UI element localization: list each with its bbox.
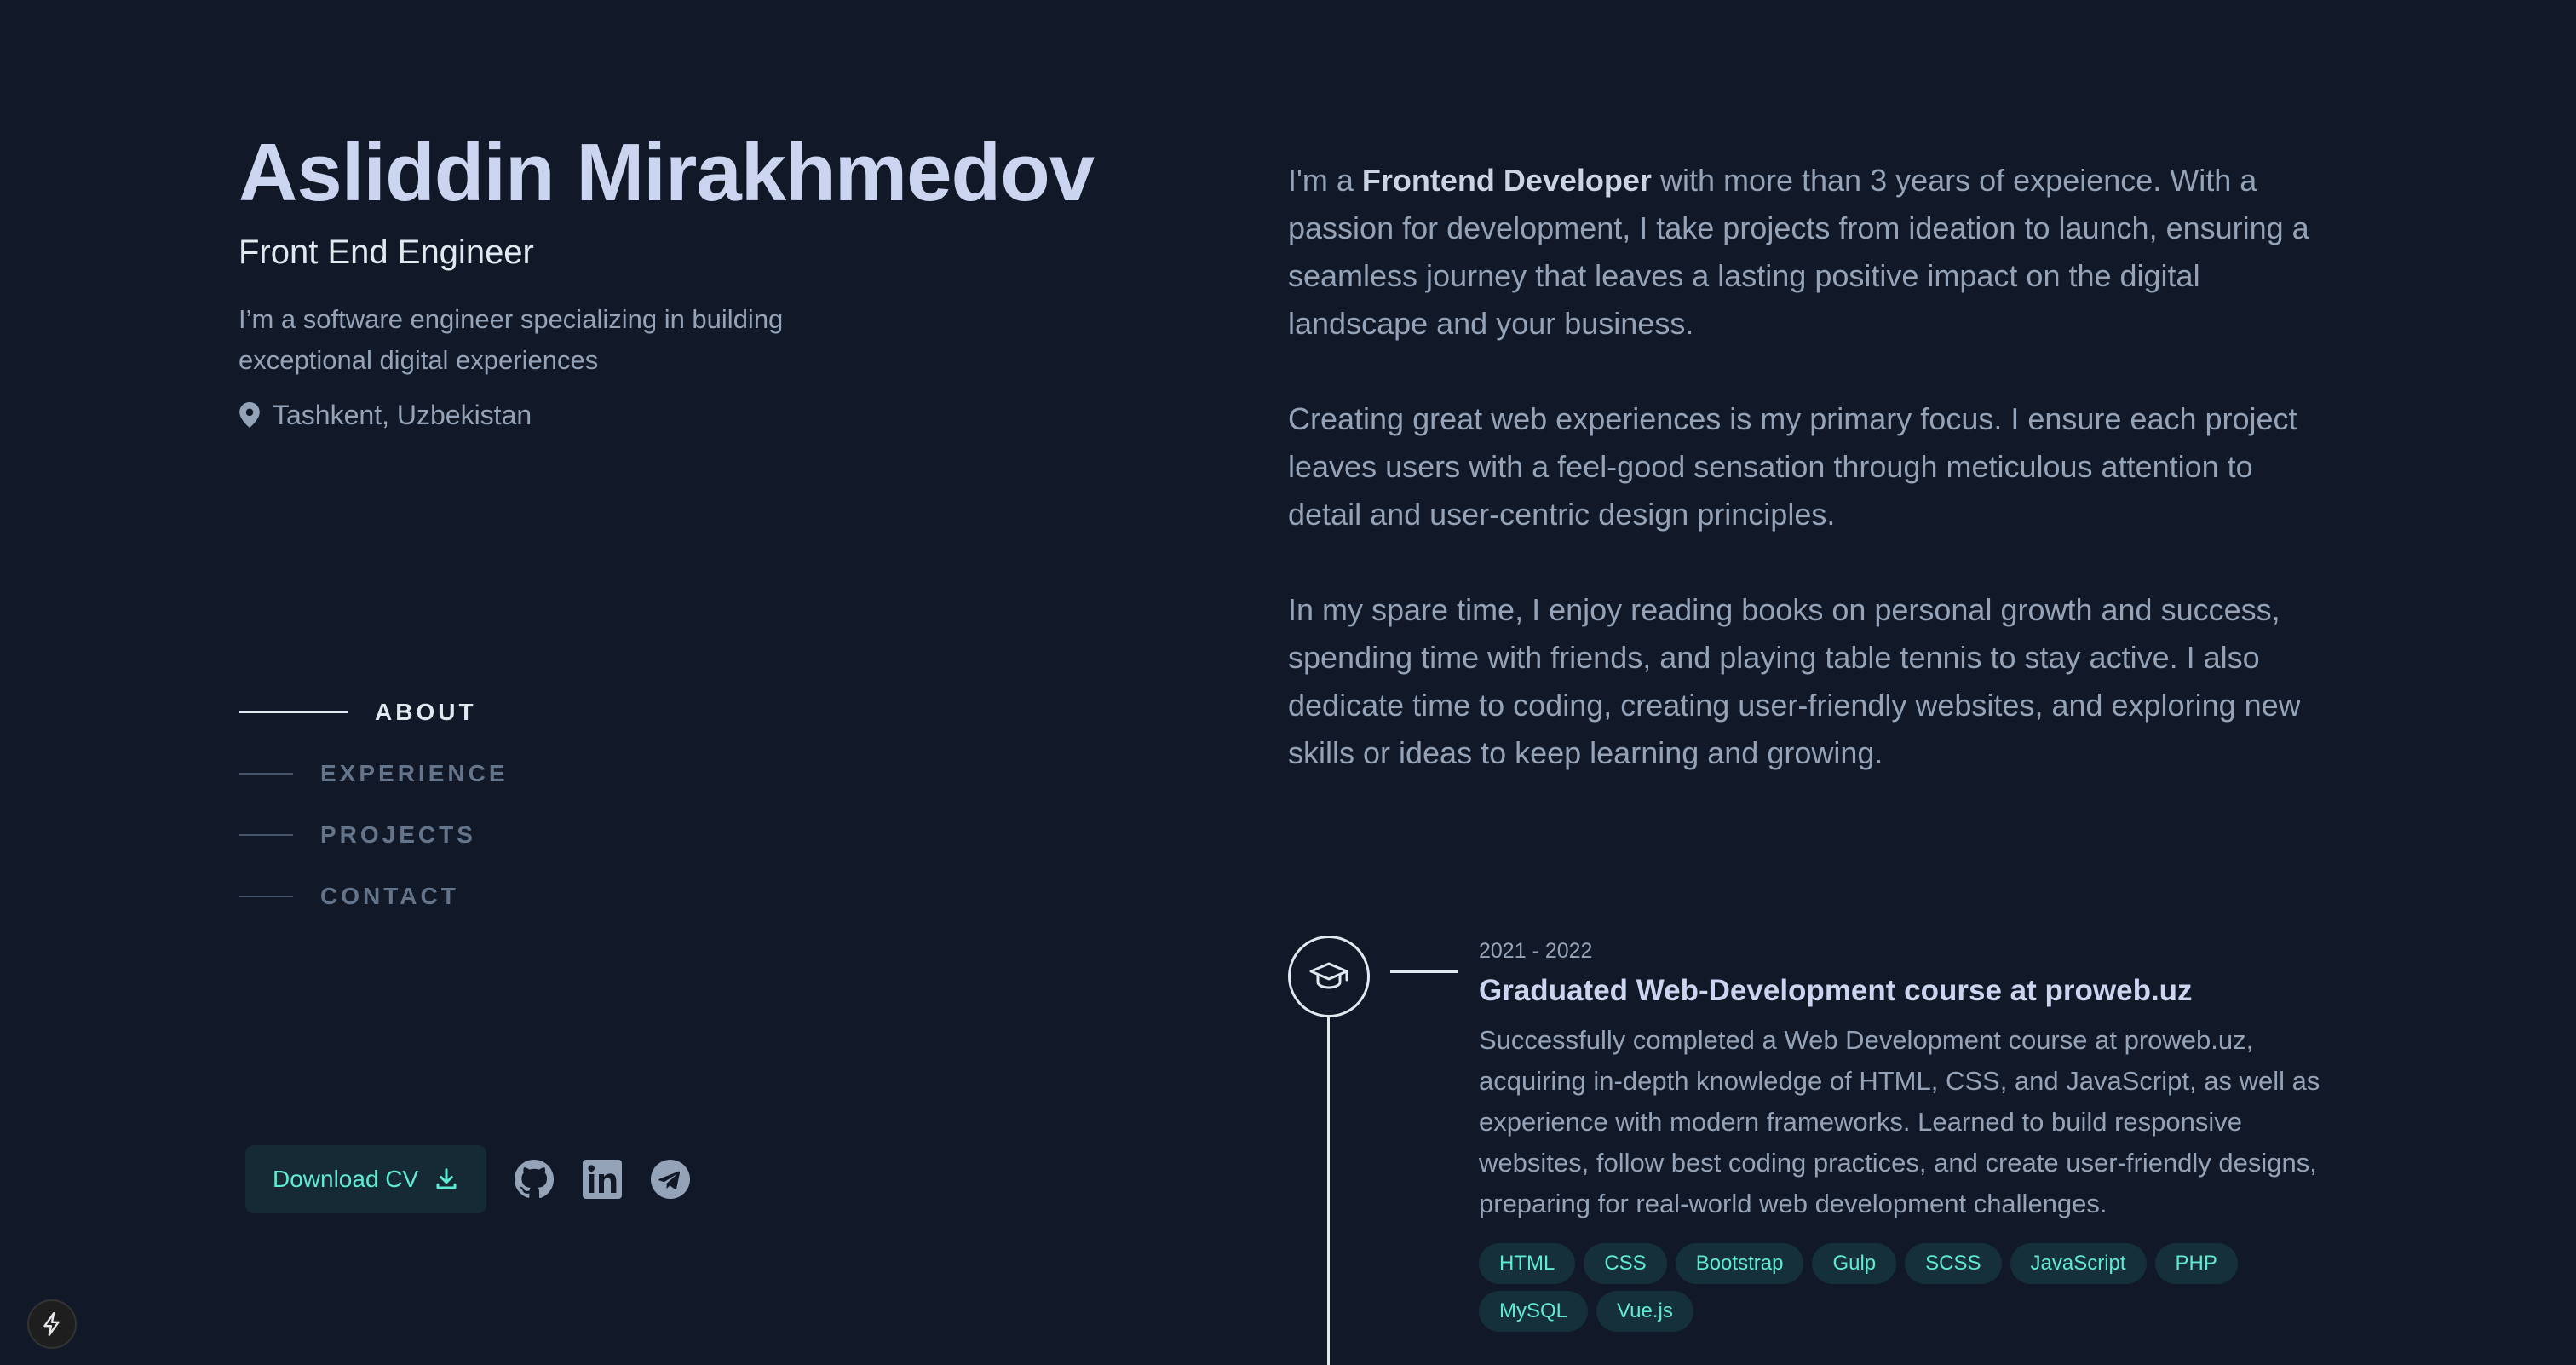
nav-indicator <box>239 834 293 836</box>
tag-bootstrap: Bootstrap <box>1675 1243 1804 1284</box>
linkedin-icon <box>583 1160 623 1199</box>
action-bar: Download CV <box>245 1145 691 1213</box>
download-icon <box>436 1168 457 1189</box>
tag-css: CSS <box>1584 1243 1667 1284</box>
about-highlight: Frontend Developer <box>1361 163 1652 198</box>
tag-scss: SCSS <box>1905 1243 2002 1284</box>
timeline-node <box>1288 936 1370 1017</box>
timeline-connector <box>1390 970 1458 973</box>
entry-date: 2021 - 2022 <box>1479 939 1593 963</box>
telegram-icon <box>651 1160 691 1199</box>
floating-action-button[interactable] <box>27 1299 77 1349</box>
nav-label: EXPERIENCE <box>320 760 509 786</box>
timeline-line <box>1327 1017 1330 1365</box>
about-section: I'm a Frontend Developer with more than … <box>1288 157 2327 825</box>
graduation-cap-icon <box>1309 962 1348 989</box>
linkedin-link[interactable] <box>582 1159 623 1200</box>
github-link[interactable] <box>514 1159 555 1200</box>
nav-label: CONTACT <box>320 883 459 909</box>
download-cv-label: Download CV <box>273 1166 419 1192</box>
nav-item-projects[interactable]: PROJECTS <box>239 804 509 866</box>
about-paragraph-1: I'm a Frontend Developer with more than … <box>1288 157 2327 348</box>
about-paragraph-3: In my spare time, I enjoy reading books … <box>1288 592 2301 770</box>
entry-title: Graduated Web-Development course at prow… <box>1479 974 2193 1007</box>
location-label: Tashkent, Uzbekistan <box>273 399 532 430</box>
profile-name: Asliddin Mirakhmedov <box>239 127 1095 218</box>
telegram-link[interactable] <box>650 1159 691 1200</box>
nav-indicator <box>239 773 293 775</box>
lightning-bolt-icon <box>43 1311 60 1337</box>
tag-mysql: MySQL <box>1479 1291 1589 1332</box>
tag-html: HTML <box>1479 1243 1576 1284</box>
nav-item-about[interactable]: ABOUT <box>239 682 509 743</box>
nav-label: PROJECTS <box>320 821 476 848</box>
portfolio-page: Asliddin Mirakhmedov Front End Engineer … <box>0 0 2576 1365</box>
nav-item-contact[interactable]: CONTACT <box>239 866 509 927</box>
section-nav: ABOUT EXPERIENCE PROJECTS CONTACT <box>239 682 509 927</box>
tag-list: HTML CSS Bootstrap Gulp SCSS JavaScript … <box>1479 1243 2297 1339</box>
about-paragraph-2: Creating great web experiences is my pri… <box>1288 401 2297 532</box>
timeline-entry: 2021 - 2022 Graduated Web-Development co… <box>1479 939 2331 1339</box>
tag-gulp: Gulp <box>1812 1243 1897 1284</box>
nav-label: ABOUT <box>375 699 477 725</box>
github-icon <box>515 1160 555 1199</box>
nav-indicator <box>239 896 293 897</box>
about-p1-prefix: I'm a <box>1288 163 1362 198</box>
header: Asliddin Mirakhmedov Front End Engineer … <box>239 128 1176 431</box>
tag-php: PHP <box>2154 1243 2238 1284</box>
tag-javascript: JavaScript <box>2010 1243 2147 1284</box>
tag-vuejs: Vue.js <box>1596 1291 1693 1332</box>
download-cv-button[interactable]: Download CV <box>245 1145 487 1213</box>
profile-role: Front End Engineer <box>239 233 534 271</box>
nav-item-experience[interactable]: EXPERIENCE <box>239 743 509 804</box>
location: Tashkent, Uzbekistan <box>239 400 1176 431</box>
map-pin-icon <box>239 402 260 429</box>
entry-description: Successfully completed a Web Development… <box>1479 1025 2320 1218</box>
profile-tagline: I’m a software engineer specializing in … <box>239 303 784 375</box>
nav-indicator <box>239 711 348 713</box>
